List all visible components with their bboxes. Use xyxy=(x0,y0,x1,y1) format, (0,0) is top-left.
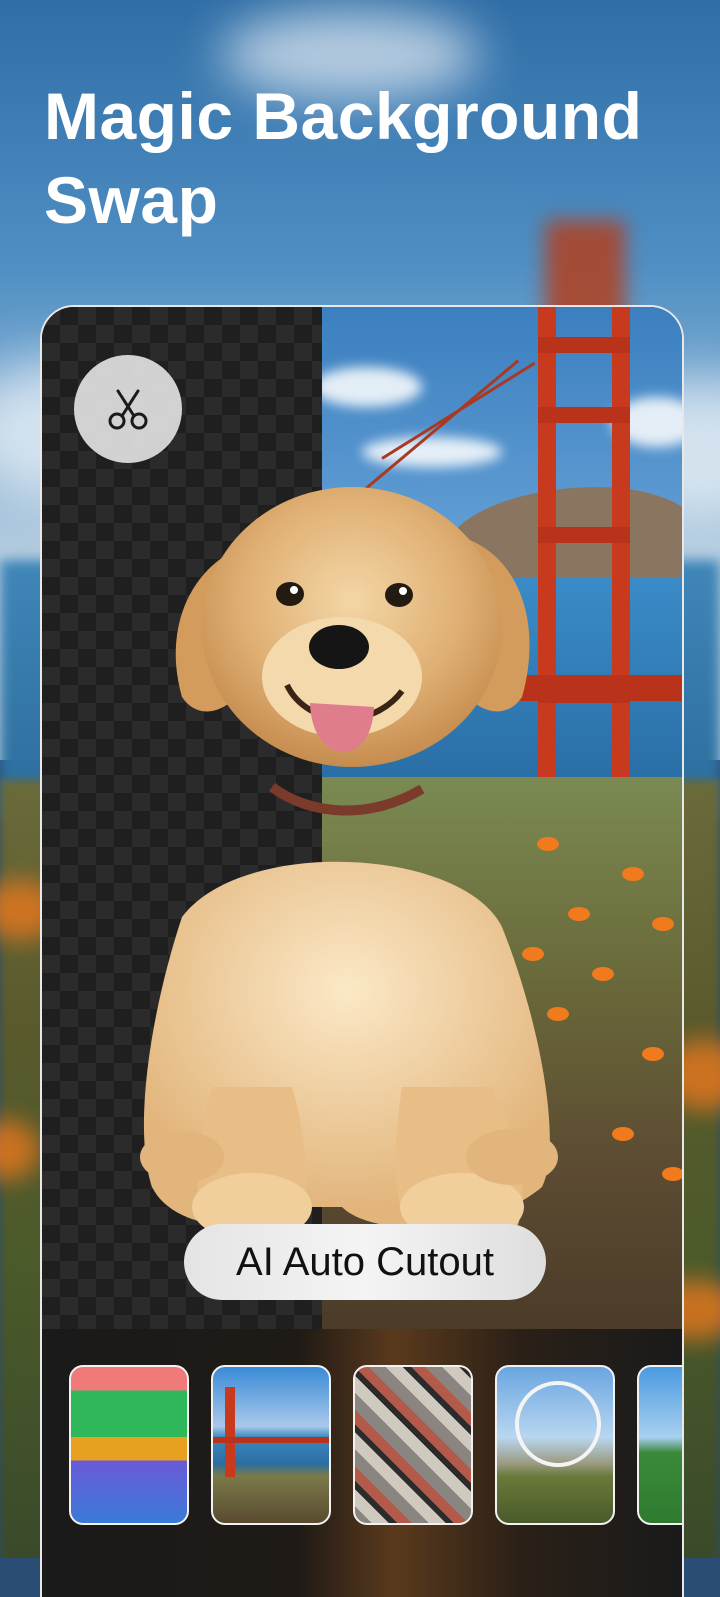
background-options-strip xyxy=(42,1329,682,1597)
cutout-tool-button[interactable] xyxy=(74,355,182,463)
vintage-posters-thumbnail[interactable] xyxy=(353,1365,473,1525)
scissors-icon xyxy=(108,389,148,430)
ai-auto-cutout-label: AI Auto Cutout xyxy=(184,1224,546,1300)
tropical-palms-thumbnail[interactable] xyxy=(69,1365,189,1525)
ferris-wheel-thumbnail[interactable] xyxy=(495,1365,615,1525)
page-title: Magic Background Swap xyxy=(44,79,643,237)
green-field-thumbnail[interactable] xyxy=(637,1365,682,1525)
golden-gate-thumbnail[interactable] xyxy=(211,1365,331,1525)
preview-card: AI Auto Cutout xyxy=(40,305,684,1597)
feature-label-text: AI Auto Cutout xyxy=(236,1239,494,1284)
